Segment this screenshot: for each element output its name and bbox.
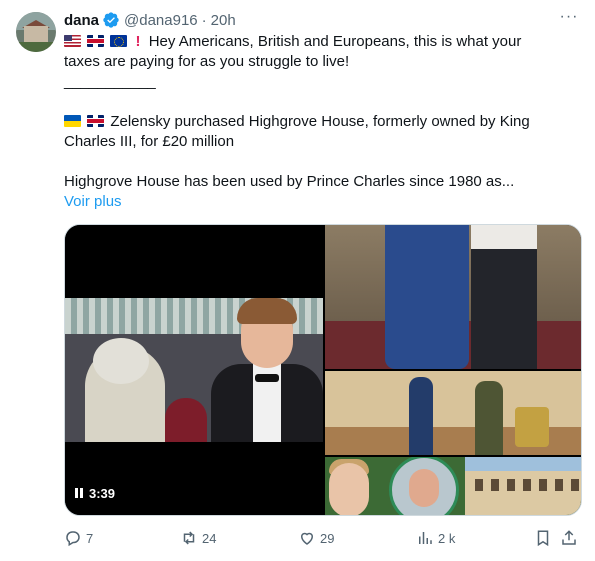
post-line-5: Highgrove House has been used by Prince … [64, 173, 515, 190]
post-text: ! Hey Americans, British and Europeans, … [64, 32, 579, 212]
bookmark-icon [537, 530, 549, 547]
like-count: 29 [320, 530, 335, 546]
repost-button[interactable]: 24 [180, 528, 216, 548]
avatar[interactable] [16, 12, 56, 52]
verified-badge-icon [103, 12, 119, 28]
video-controls: 3:39 [75, 483, 115, 503]
tweet: dana @dana916 · 20h ··· ! Hey Americans,… [0, 0, 595, 561]
video-thumbnail [65, 298, 323, 442]
ukraine-flag-icon [64, 115, 81, 127]
reply-count: 7 [86, 530, 94, 546]
post-line-4: Charles III, for £20 million [64, 133, 235, 150]
media-grid: 3:39 [64, 224, 582, 516]
post-divider: ___________ [64, 73, 156, 90]
post-time[interactable]: 20h [211, 12, 236, 29]
separator-dot: · [201, 11, 207, 29]
eu-flag-icon [110, 35, 128, 47]
video-player[interactable]: 3:39 [65, 225, 323, 515]
post-line-3: Zelensky purchased Highgrove House, form… [64, 112, 579, 132]
share-icon [562, 530, 576, 545]
repost-count: 24 [202, 530, 217, 546]
post-line-2: taxes are paying for as you struggle to … [64, 53, 350, 70]
views-button[interactable]: 2 k [416, 528, 455, 548]
uk-flag-icon [87, 115, 105, 127]
share-button[interactable] [560, 528, 582, 548]
us-flag-icon [64, 35, 81, 47]
post-line-1: ! Hey Americans, British and Europeans, … [64, 32, 579, 52]
uk-flag-icon [87, 35, 105, 47]
author-handle[interactable]: @dana916 [124, 12, 198, 29]
read-more-link[interactable]: Voir plus [64, 192, 579, 212]
views-chart-icon [419, 532, 432, 544]
reply-button[interactable]: 7 [64, 528, 93, 548]
media-image-1[interactable] [325, 225, 581, 369]
media-image-3[interactable] [325, 457, 581, 515]
tweet-header: dana @dana916 · 20h [64, 10, 236, 30]
author-name[interactable]: dana [64, 12, 99, 29]
media-image-2[interactable] [325, 371, 581, 455]
video-duration: 3:39 [89, 485, 116, 501]
red-exclamation-icon: ! [135, 33, 141, 50]
repost-icon [183, 531, 195, 545]
post-line-1-text: Hey Americans, British and Europeans, th… [148, 33, 522, 50]
like-button[interactable]: 29 [298, 528, 334, 548]
post-line-3-text: Zelensky purchased Highgrove House, form… [110, 113, 530, 130]
action-bar: 7 24 29 2 k [64, 528, 579, 548]
reply-icon [66, 531, 80, 547]
more-options-icon[interactable]: ··· [559, 9, 579, 30]
pause-icon[interactable] [75, 488, 83, 498]
bookmark-button[interactable] [534, 528, 556, 548]
views-count: 2 k [438, 530, 456, 546]
heart-icon [300, 532, 314, 545]
